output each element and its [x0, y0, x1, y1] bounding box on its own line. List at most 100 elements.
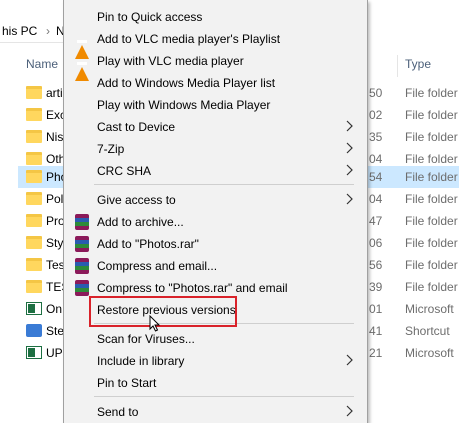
file-date: 04 [369, 152, 383, 166]
file-name: On [46, 302, 63, 316]
menu-item-label: Include in library [97, 354, 185, 368]
chevron-right-icon [346, 405, 353, 417]
column-divider[interactable] [397, 55, 398, 77]
menu-item-include-library[interactable]: Include in library [64, 350, 367, 372]
file-name: arti [46, 86, 63, 100]
file-date: 56 [369, 258, 383, 272]
file-name: Ste [46, 324, 65, 338]
file-name: Pol [46, 192, 64, 206]
folder-icon [26, 214, 42, 227]
file-date: 04 [369, 192, 383, 206]
mouse-cursor-icon [149, 315, 161, 332]
file-name: Sty [46, 236, 64, 250]
folder-icon [26, 280, 42, 293]
folder-icon [26, 152, 42, 165]
excel-icon [26, 302, 42, 315]
chevron-right-icon [346, 142, 353, 154]
chevron-right-icon [346, 193, 353, 205]
menu-item-label: Pin to Start [97, 376, 157, 390]
folder-icon [26, 130, 42, 143]
file-type: File folder [405, 130, 458, 144]
breadcrumb-this-pc[interactable]: his PC [2, 24, 37, 38]
menu-item-label: Pin to Quick access [97, 10, 203, 24]
menu-item-label: Add to archive... [97, 215, 184, 229]
file-type: File folder [405, 86, 458, 100]
file-type: File folder [405, 152, 458, 166]
winrar-icon [75, 280, 89, 296]
file-type: Microsoft [405, 302, 454, 316]
file-date: 54 [369, 170, 383, 184]
file-date: 02 [369, 108, 383, 122]
menu-item-vlc-playlist[interactable]: Add to VLC media player's Playlist [64, 28, 367, 59]
folder-icon [26, 192, 42, 205]
vlc-icon [75, 31, 89, 59]
menu-item-wmp-list[interactable]: Add to Windows Media Player list [64, 72, 367, 94]
file-date: 39 [369, 280, 383, 294]
menu-item-play-vlc[interactable]: Play with VLC media player [64, 50, 367, 81]
menu-item-send-to[interactable]: Send to [64, 401, 367, 423]
menu-item-label: Scan for Viruses... [97, 332, 195, 346]
file-name: Tes [46, 258, 65, 272]
file-type: File folder [405, 258, 458, 272]
menu-item-compress-email[interactable]: Compress and email... [64, 255, 367, 277]
menu-item-label: Play with VLC media player [97, 54, 244, 68]
menu-item-pin-start[interactable]: Pin to Start [64, 372, 367, 394]
menu-item-scan-viruses[interactable]: Scan for Viruses... [64, 328, 367, 350]
file-type: Shortcut [405, 324, 450, 338]
file-type: File folder [405, 214, 458, 228]
menu-item-add-to-photos-rar[interactable]: Add to "Photos.rar" [64, 233, 367, 255]
chevron-right-icon [346, 164, 353, 176]
chevron-right-icon [346, 354, 353, 366]
winrar-icon [75, 236, 89, 252]
file-date: 50 [369, 86, 383, 100]
menu-item-label: Give access to [97, 193, 176, 207]
menu-item-cast-to-device[interactable]: Cast to Device [64, 116, 367, 138]
file-type: File folder [405, 280, 458, 294]
highlight-box [89, 296, 237, 327]
menu-item-label: Compress to "Photos.rar" and email [97, 281, 288, 295]
menu-item-label: 7-Zip [97, 142, 125, 156]
file-date: 47 [369, 214, 383, 228]
folder-icon [26, 236, 42, 249]
column-header-name[interactable]: Name [26, 57, 58, 71]
excel-icon [26, 346, 42, 359]
menu-item-label: Play with Windows Media Player [97, 98, 271, 112]
menu-item-label: Add to "Photos.rar" [97, 237, 199, 251]
breadcrumb-separator-icon: › [46, 24, 50, 38]
folder-icon [26, 170, 42, 183]
menu-item-give-access[interactable]: Give access to [64, 189, 367, 211]
file-type: File folder [405, 108, 458, 122]
column-header-type[interactable]: Type [405, 57, 431, 71]
menu-item-label: Add to Windows Media Player list [97, 76, 276, 90]
file-type: File folder [405, 236, 458, 250]
menu-item-7zip[interactable]: 7-Zip [64, 138, 367, 160]
menu-item-label: Compress and email... [97, 259, 218, 273]
file-name: Pro [46, 214, 65, 228]
winrar-icon [75, 258, 89, 274]
file-date: 41 [369, 324, 383, 338]
file-date: 06 [369, 236, 383, 250]
file-type: File folder [405, 192, 458, 206]
file-type: File folder [405, 170, 458, 184]
menu-item-add-to-archive[interactable]: Add to archive... [64, 211, 367, 233]
menu-item-play-wmp[interactable]: Play with Windows Media Player [64, 94, 367, 116]
menu-item-label: Cast to Device [97, 120, 176, 134]
file-type: Microsoft [405, 346, 454, 360]
menu-item-label: CRC SHA [97, 164, 152, 178]
menu-separator [94, 184, 354, 185]
chevron-right-icon [346, 120, 353, 132]
menu-item-crc-sha[interactable]: CRC SHA [64, 160, 367, 182]
winrar-icon [75, 214, 89, 230]
menu-separator [94, 396, 354, 397]
folder-icon [26, 258, 42, 271]
file-date: 35 [369, 130, 383, 144]
file-date: 21 [369, 346, 383, 360]
shortcut-icon [26, 324, 42, 337]
folder-icon [26, 108, 42, 121]
menu-item-pin-quick-access[interactable]: Pin to Quick access [64, 6, 367, 28]
file-date: 01 [369, 302, 383, 316]
menu-item-label: Send to [97, 405, 139, 419]
vlc-icon [75, 53, 89, 81]
file-name: Nis [46, 130, 64, 144]
menu-item-label: Add to VLC media player's Playlist [97, 32, 281, 46]
